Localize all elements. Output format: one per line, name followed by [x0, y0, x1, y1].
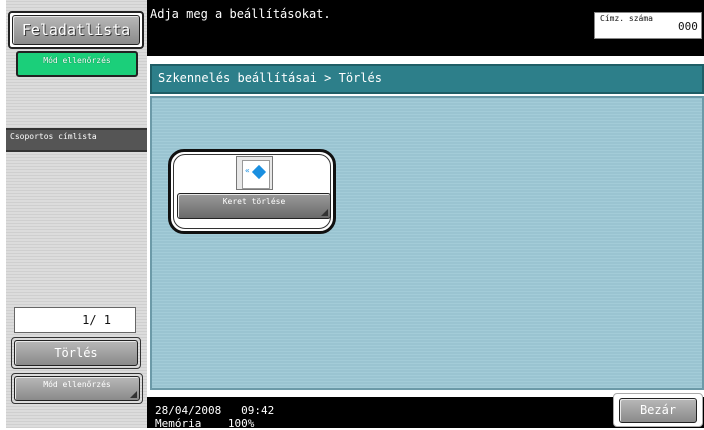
delete-label: Törlés [54, 346, 98, 360]
breadcrumb: Szkennelés beállításai > Törlés [158, 71, 382, 85]
close-label: Bezár [639, 403, 677, 417]
frame-erase-button[interactable]: Keret törlése [177, 193, 331, 219]
address-count-label: Címz. száma [600, 14, 653, 23]
memory-status: Memória 100% [155, 418, 254, 430]
instruction-message: Adja meg a beállításokat. [150, 7, 331, 21]
mode-check-bottom-label: Mód ellenőrzés [43, 380, 111, 389]
mode-check-bottom-button[interactable]: Mód ellenőrzés [14, 376, 140, 401]
memory-label: Memória [155, 417, 202, 430]
frame-erase-icon: « [236, 156, 273, 190]
frame-erase-label: Keret törlése [222, 197, 286, 206]
page-indicator: 1/ 1 [14, 307, 136, 333]
time-text: 09:42 [241, 404, 275, 417]
delete-button[interactable]: Törlés [14, 340, 138, 366]
address-count-value: 000 [678, 20, 698, 33]
corner-marker-icon [321, 209, 328, 216]
corner-marker-icon [130, 391, 137, 398]
date-time: 28/04/2008 09:42 [155, 405, 274, 417]
memory-value: 100% [227, 417, 255, 430]
group-addressbook-tab[interactable]: Csoportos címlista [6, 128, 147, 152]
mode-check-top-button[interactable]: Mód ellenőrzés [16, 51, 138, 77]
task-list-button[interactable]: Feladatlista [12, 15, 140, 45]
close-button[interactable]: Bezár [619, 398, 697, 423]
function-area [150, 96, 704, 390]
date-text: 28/04/2008 [155, 404, 222, 417]
